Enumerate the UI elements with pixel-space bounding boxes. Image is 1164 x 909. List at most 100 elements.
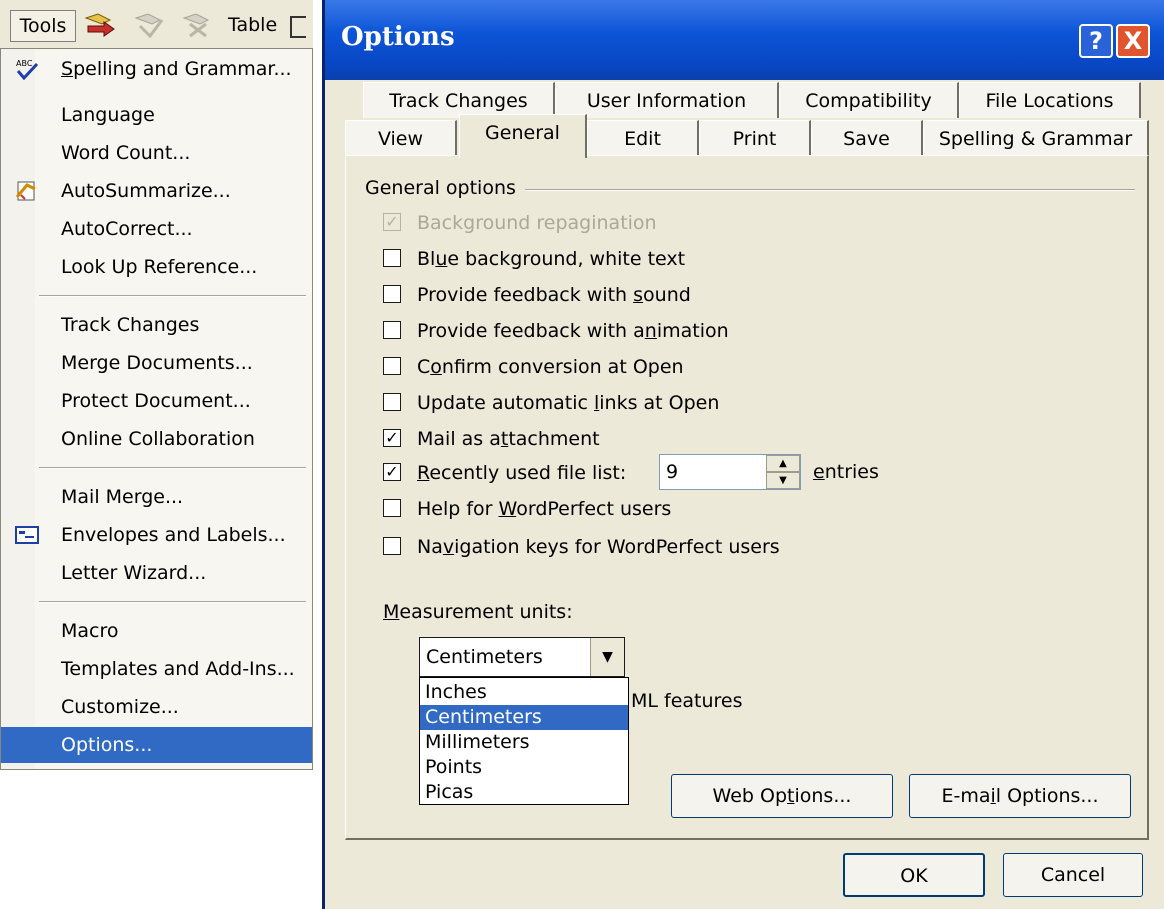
select-value: Centimeters [426,646,543,668]
tab-save[interactable]: Save [811,120,923,156]
tab-file-locations[interactable]: File Locations [959,82,1141,118]
menu-item-templates-and-add-ins[interactable]: Templates and Add-Ins... [1,651,312,687]
window-menu-fragment [290,16,306,38]
dropdown-option-millimeters[interactable]: Millimeters [420,730,628,755]
checkbox[interactable] [383,537,401,555]
menu-separator [39,467,306,469]
menu-item-options[interactable]: Options... [1,727,312,763]
option-label: Mail as attachment [417,428,600,450]
menu-item-word-count[interactable]: Word Count... [1,135,312,171]
checkbox[interactable] [383,393,401,411]
checkbox[interactable] [383,249,401,267]
autosummarize-icon [15,181,36,201]
menu-item-autosummarize[interactable]: AutoSummarize... [1,173,312,209]
tab-print[interactable]: Print [699,120,811,156]
dropdown-option-inches[interactable]: Inches [420,680,628,705]
tab-edit[interactable]: Edit [587,120,699,156]
reject-change-icon[interactable] [180,12,216,38]
menu-item-label: Online Collaboration [61,428,255,450]
tab-label: Track Changes [389,90,528,112]
tools-menu-title[interactable]: Tools [10,10,76,42]
option-label: Update automatic links at Open [417,392,720,414]
tab-track-changes[interactable]: Track Changes [363,82,555,118]
tab-label: Spelling & Grammar [938,128,1133,150]
spin-down-icon[interactable]: ▼ [766,472,800,489]
menu-item-label: Merge Documents... [61,352,253,374]
checkbox: ✓ [383,213,401,231]
menu-item-track-changes[interactable]: Track Changes [1,307,312,343]
web-options-button[interactable]: Web Options... [671,774,893,818]
menu-item-autocorrect[interactable]: AutoCorrect... [1,211,312,247]
tab-user-information[interactable]: User Information [555,82,779,118]
dropdown-option-picas[interactable]: Picas [420,780,628,805]
group-divider [525,189,1135,191]
tab-general[interactable]: General [459,114,587,158]
menu-item-label: Macro [61,620,119,642]
option-label: Provide feedback with animation [417,320,729,342]
cancel-button[interactable]: Cancel [1003,853,1143,897]
menu-item-label: AutoSummarize... [61,180,231,202]
measurement-units-dropdown: Inches Centimeters Millimeters Points Pi… [419,677,629,805]
menu-item-protect-document[interactable]: Protect Document... [1,383,312,419]
entries-label: entries [813,461,879,483]
spin-up-icon[interactable]: ▲ [766,455,800,472]
dialog-titlebar[interactable]: Options ? X [325,0,1164,80]
table-menu-title[interactable]: Table [228,10,277,40]
option-label: Recently used file list: [417,462,627,484]
measurement-units-label: Measurement units: [383,601,573,623]
tab-view[interactable]: View [345,120,457,156]
menu-item-label: Templates and Add-Ins... [61,658,295,680]
menu-item-label: Language [61,104,155,126]
checkbox[interactable] [383,357,401,375]
recent-files-spinner[interactable]: 9 ▲ ▼ [659,454,801,490]
email-options-button[interactable]: E-mail Options... [909,774,1131,818]
menu-item-label: AutoCorrect... [61,218,193,240]
tab-label: General [485,122,560,144]
menu-item-customize[interactable]: Customize... [1,689,312,725]
dropdown-option-points[interactable]: Points [420,755,628,780]
accept-change-icon[interactable] [132,12,168,38]
dialog-title: Options [341,22,455,52]
measurement-units-select[interactable]: Centimeters ▼ [419,637,625,677]
checkbox[interactable]: ✓ [383,429,401,447]
help-button[interactable]: ? [1079,24,1113,58]
menu-item-mail-merge[interactable]: Mail Merge... [1,479,312,515]
chevron-down-icon[interactable]: ▼ [590,638,624,676]
button-label: E-mail Options... [941,785,1099,807]
checkbox[interactable] [383,285,401,303]
tab-label: Save [843,128,890,150]
menu-item-label: Spelling and Grammar... [61,58,292,80]
tab-compatibility[interactable]: Compatibility [779,82,959,118]
button-label: Cancel [1040,864,1106,886]
menu-item-online-collaboration[interactable]: Online Collaboration [1,421,312,457]
menu-item-merge-documents[interactable]: Merge Documents... [1,345,312,381]
menu-item-label: Envelopes and Labels... [61,524,286,546]
menu-separator [39,601,306,603]
checkbox[interactable]: ✓ [383,463,401,481]
menu-item-letter-wizard[interactable]: Letter Wizard... [1,555,312,591]
menu-item-label: Track Changes [61,314,200,336]
menu-bar: Tools Table [0,0,313,49]
menu-item-macro[interactable]: Macro [1,613,312,649]
menu-item-envelopes-and-labels[interactable]: Envelopes and Labels... [1,517,312,553]
checkbox[interactable] [383,321,401,339]
close-button[interactable]: X [1116,24,1150,58]
group-label-general-options: General options [365,177,524,199]
tab-label: User Information [586,90,747,112]
help-icon: ? [1089,27,1103,55]
spelling-icon: ABC [16,59,39,81]
menu-item-label: Protect Document... [61,390,251,412]
tab-label: View [377,128,424,150]
tab-spelling-grammar[interactable]: Spelling & Grammar [923,120,1149,156]
menu-item-spelling-and-grammar[interactable]: ABC Spelling and Grammar... [1,51,312,87]
track-changes-icon[interactable] [82,12,118,38]
button-label: OK [900,865,928,887]
recent-files-value[interactable]: 9 [666,455,678,489]
ok-button[interactable]: OK [843,853,985,897]
menu-item-look-up-reference[interactable]: Look Up Reference... [1,249,312,285]
checkbox[interactable] [383,499,401,517]
menu-item-language[interactable]: Language [1,97,312,133]
dropdown-option-centimeters[interactable]: Centimeters [420,705,628,730]
menu-item-label: Mail Merge... [61,486,184,508]
options-dialog: Options ? X Track Changes User Informati… [322,0,1164,909]
